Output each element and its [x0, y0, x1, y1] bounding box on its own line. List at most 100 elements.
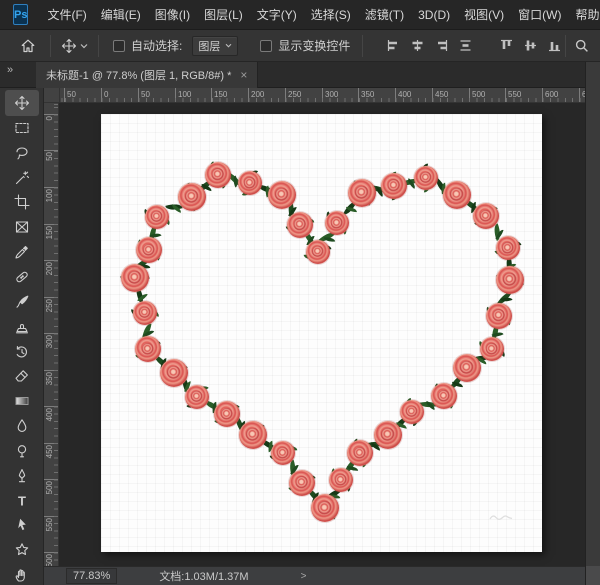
align-top-icon[interactable] [499, 38, 514, 53]
menu-item[interactable]: 窗口(W) [511, 0, 568, 30]
rose-core [335, 474, 347, 486]
photoshop-logo-icon: Ps [13, 4, 28, 25]
tab-close-icon[interactable]: × [240, 69, 247, 81]
auto-select-target-dropdown[interactable]: 图层 [192, 36, 238, 56]
status-bar: 77.83% 文档:1.03M/1.37M > [44, 566, 585, 585]
rose-core [151, 211, 163, 223]
show-transform-label: 显示变换控件 [278, 37, 350, 54]
rose-leaf [324, 237, 335, 243]
rose-core [502, 242, 514, 254]
rose-flower [121, 264, 149, 292]
move-tool[interactable] [11, 92, 33, 114]
move-tool-icon[interactable] [61, 38, 77, 54]
photoshop-window: Ps 文件(F)编辑(E)图像(I)图层(L)文字(Y)选择(S)滤镜(T)3D… [0, 0, 600, 585]
document-size-info: 文档:1.03M/1.37M [159, 568, 248, 584]
marquee-tool[interactable] [11, 117, 33, 139]
hand-tool[interactable] [11, 564, 33, 585]
rose-core [277, 447, 289, 459]
panel-expand-icon[interactable]: » [7, 64, 12, 76]
tool-bar: T [0, 88, 44, 585]
rose-core [312, 246, 324, 258]
rose-core [275, 188, 288, 201]
rose-flower [145, 205, 169, 229]
align-right-icon[interactable] [434, 38, 449, 53]
rose-core [354, 447, 366, 459]
rose-core [406, 406, 418, 418]
rose-flower [496, 236, 520, 260]
distribute-centers-icon[interactable] [458, 38, 473, 53]
resize-grip[interactable] [586, 566, 600, 585]
document-tab[interactable]: 未标题-1 @ 77.8% (图层 1, RGB/8#) * × [36, 62, 258, 88]
home-icon[interactable] [20, 38, 36, 54]
magic-wand-tool[interactable] [11, 167, 33, 189]
rose-core [212, 168, 224, 180]
show-transform-checkbox[interactable] [260, 40, 272, 52]
auto-select-target-value: 图层 [198, 38, 220, 54]
menu-item[interactable]: 图层(L) [197, 0, 250, 30]
align-center-horizontal-icon[interactable] [410, 38, 425, 53]
options-divider [98, 35, 99, 57]
rose-core [294, 218, 306, 230]
gradient-tool[interactable] [11, 390, 33, 412]
dodge-tool[interactable] [11, 440, 33, 462]
menu-bar: Ps 文件(F)编辑(E)图像(I)图层(L)文字(Y)选择(S)滤镜(T)3D… [0, 0, 600, 30]
canvas-area [60, 103, 585, 566]
menu-item[interactable]: 图像(I) [148, 0, 197, 30]
rose-flower [400, 400, 424, 424]
menu-item[interactable]: 编辑(E) [94, 0, 148, 30]
path-selection-tool[interactable] [11, 514, 33, 536]
status-chevron-icon[interactable]: > [301, 571, 307, 582]
watermark-squiggle [489, 513, 513, 522]
rose-flower [306, 240, 330, 264]
rose-core [480, 210, 492, 222]
panel-dock-edge [585, 62, 600, 585]
eraser-tool[interactable] [11, 365, 33, 387]
rose-core [388, 179, 400, 191]
align-middle-icon[interactable] [523, 38, 538, 53]
rose-core [139, 307, 151, 319]
menu-item[interactable]: 3D(D) [411, 0, 457, 30]
crop-tool[interactable] [11, 191, 33, 213]
align-bottom-icon[interactable] [547, 38, 562, 53]
rose-flower [453, 354, 481, 382]
rose-core [185, 190, 198, 203]
pen-tool[interactable] [11, 465, 33, 487]
search-icon[interactable] [574, 38, 590, 54]
history-brush-tool[interactable] [11, 341, 33, 363]
rose-flower [374, 421, 402, 449]
menu-item[interactable]: 文件(F) [40, 0, 93, 30]
menu-item[interactable]: 帮助 [568, 0, 600, 30]
document-canvas[interactable] [101, 114, 542, 552]
auto-select-label: 自动选择: [131, 37, 182, 54]
horizontal-ruler: 500501001502002503003504004505005506006 [60, 88, 600, 103]
zoom-level-field[interactable]: 77.83% [66, 568, 117, 584]
rose-core [244, 177, 256, 189]
align-left-icon[interactable] [386, 38, 401, 53]
rose-core [331, 217, 343, 229]
rose-core [486, 343, 498, 355]
frame-tool[interactable] [11, 216, 33, 238]
eyedropper-tool[interactable] [11, 241, 33, 263]
rose-core [493, 309, 505, 321]
menu-item[interactable]: 文字(Y) [250, 0, 304, 30]
brush-tool[interactable] [11, 291, 33, 313]
auto-select-checkbox[interactable] [113, 40, 125, 52]
menu-item[interactable]: 选择(S) [304, 0, 358, 30]
rose-core [221, 408, 233, 420]
healing-brush-tool[interactable] [11, 266, 33, 288]
lasso-tool[interactable] [11, 142, 33, 164]
rose-core [420, 172, 432, 184]
rose-core [450, 188, 463, 201]
options-bar: 自动选择: 图层 显示变换控件 [0, 30, 600, 62]
rose-flower [325, 211, 349, 235]
rose-core [128, 271, 141, 284]
rose-flower [347, 440, 373, 466]
chevron-down-icon[interactable] [80, 43, 88, 49]
rose-core [355, 186, 368, 199]
clone-stamp-tool[interactable] [11, 316, 33, 338]
blur-tool[interactable] [11, 415, 33, 437]
custom-shape-tool[interactable] [11, 539, 33, 561]
type-tool[interactable]: T [11, 490, 33, 512]
menu-item[interactable]: 滤镜(T) [358, 0, 411, 30]
menu-item[interactable]: 视图(V) [457, 0, 511, 30]
